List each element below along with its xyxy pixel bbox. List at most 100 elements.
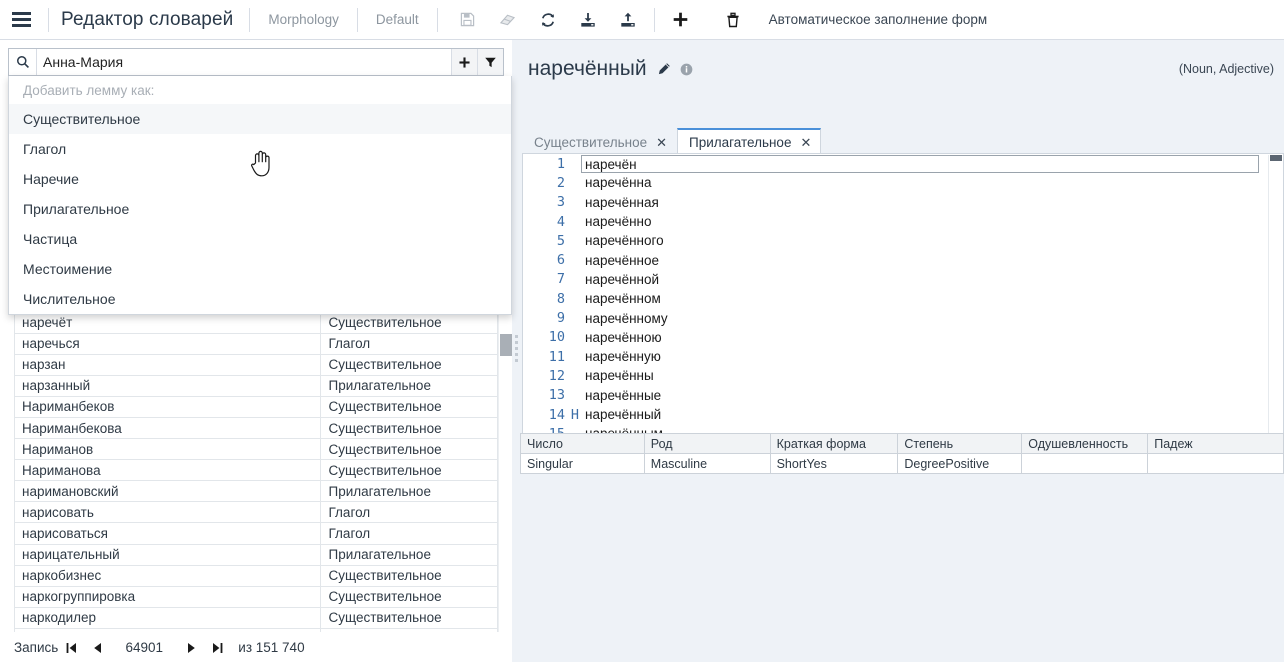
- form-value[interactable]: наречённа: [585, 173, 1269, 192]
- dropdown-item-adjective[interactable]: Прилагательное: [9, 194, 511, 224]
- form-value-cell[interactable]: наречён: [581, 154, 1269, 173]
- add-lemma-button[interactable]: [451, 49, 477, 75]
- column-header-number[interactable]: Число: [520, 433, 645, 454]
- table-row[interactable]: нарисовать Глагол: [14, 501, 498, 524]
- form-value[interactable]: наречённой: [585, 270, 1269, 289]
- last-page-icon[interactable]: [204, 637, 230, 659]
- form-value[interactable]: наречённы: [585, 366, 1269, 385]
- search-input[interactable]: [37, 49, 451, 75]
- form-value[interactable]: наречённую: [585, 347, 1269, 366]
- form-row[interactable]: 3 наречённая: [523, 193, 1269, 212]
- attributes-table: Число Род Краткая форма Степень Одушевле…: [520, 433, 1284, 474]
- attribute-cell-degree[interactable]: DegreePositive: [897, 453, 1023, 474]
- add-icon[interactable]: [661, 0, 701, 40]
- form-value[interactable]: наречённая: [585, 193, 1269, 212]
- table-row[interactable]: наркогруппировка Существительное: [14, 586, 498, 608]
- first-page-icon[interactable]: [58, 637, 84, 659]
- tab-adjective[interactable]: Прилагательное ✕: [677, 128, 822, 154]
- form-value[interactable]: наречённого: [585, 231, 1269, 250]
- breadcrumb-morphology[interactable]: Morphology: [256, 12, 351, 27]
- form-value[interactable]: наречённые: [585, 386, 1269, 405]
- save-icon[interactable]: [448, 0, 488, 40]
- form-row[interactable]: 7 наречённой: [523, 270, 1269, 289]
- table-row[interactable]: Нариманбекова Существительное: [14, 417, 498, 440]
- word-list-scrollbar[interactable]: [498, 312, 512, 662]
- close-icon[interactable]: ✕: [656, 136, 667, 149]
- form-row[interactable]: 6 наречённое: [523, 250, 1269, 269]
- forms-scrollbar[interactable]: [1268, 155, 1282, 436]
- record-number-input[interactable]: 64901: [110, 637, 179, 658]
- column-header-degree[interactable]: Степень: [897, 433, 1023, 454]
- form-row[interactable]: 1 наречён: [523, 154, 1269, 173]
- eraser-icon[interactable]: [488, 0, 528, 40]
- table-row[interactable]: нарзанный Прилагательное: [14, 375, 498, 397]
- form-row[interactable]: 11 наречённую: [523, 347, 1269, 366]
- form-row[interactable]: 2 наречённа: [523, 173, 1269, 192]
- pos-cell: Существительное: [320, 565, 498, 587]
- dropdown-item-noun[interactable]: Существительное: [9, 104, 511, 134]
- table-row[interactable]: наречься Глагол: [14, 333, 498, 355]
- pos-cell: Существительное: [320, 438, 498, 461]
- column-header-animacy[interactable]: Одушевленность: [1021, 433, 1149, 454]
- dropdown-item-adverb[interactable]: Наречие: [9, 164, 511, 194]
- next-page-icon[interactable]: [178, 637, 204, 659]
- dropdown-item-numeral[interactable]: Числительное: [9, 284, 511, 314]
- form-value[interactable]: наречённому: [585, 308, 1269, 327]
- form-value[interactable]: наречённом: [585, 289, 1269, 308]
- scrollbar-thumb[interactable]: [500, 334, 512, 356]
- attribute-cell-short-form[interactable]: ShortYes: [769, 453, 899, 474]
- table-row[interactable]: наречёт Существительное: [14, 312, 498, 334]
- form-row[interactable]: 10 наречённою: [523, 328, 1269, 347]
- form-value[interactable]: наречённо: [585, 212, 1269, 231]
- pos-cell: Прилагательное: [320, 480, 498, 503]
- table-row[interactable]: нарисоваться Глагол: [14, 522, 498, 545]
- scrollbar-thumb[interactable]: [1270, 155, 1282, 161]
- dropdown-item-verb[interactable]: Глагол: [9, 134, 511, 164]
- form-value[interactable]: наречённою: [585, 328, 1269, 347]
- table-row[interactable]: нарзан Существительное: [14, 354, 498, 376]
- table-row[interactable]: Нариманова Существительное: [14, 459, 498, 482]
- table-row[interactable]: наримановский Прилагательное: [14, 480, 498, 503]
- column-header-gender[interactable]: Род: [643, 433, 771, 454]
- word-list[interactable]: наречёт Существительное наречься Глагол на…: [14, 312, 498, 662]
- hamburger-icon[interactable]: [0, 0, 42, 40]
- word-forms-grid[interactable]: 1 наречён 2 наречённа 3 наречённая 4 наречё…: [522, 154, 1284, 437]
- panel-splitter[interactable]: [512, 40, 520, 662]
- pencil-icon[interactable]: [657, 62, 671, 76]
- attributes-row[interactable]: Singular Masculine ShortYes DegreePositi…: [520, 453, 1284, 474]
- form-flag: [565, 366, 585, 385]
- attribute-cell-animacy[interactable]: [1021, 453, 1149, 474]
- table-row[interactable]: нарицательный Прилагательное: [14, 544, 498, 566]
- dropdown-item-pronoun[interactable]: Местоимение: [9, 254, 511, 284]
- form-row[interactable]: 5 наречённого: [523, 231, 1269, 250]
- column-header-case[interactable]: Падеж: [1147, 433, 1284, 454]
- form-row[interactable]: 8 наречённом: [523, 289, 1269, 308]
- attributes-grid[interactable]: Число Род Краткая форма Степень Одушевле…: [520, 433, 1284, 475]
- column-header-short-form[interactable]: Краткая форма: [769, 433, 899, 454]
- attribute-cell-gender[interactable]: Masculine: [643, 453, 771, 474]
- tab-noun[interactable]: Существительное ✕: [522, 129, 677, 154]
- close-icon[interactable]: ✕: [800, 136, 811, 149]
- form-row[interactable]: 13 наречённые: [523, 386, 1269, 405]
- trash-icon[interactable]: [713, 0, 753, 40]
- table-row[interactable]: наркобизнес Существительное: [14, 565, 498, 587]
- filter-button[interactable]: [477, 49, 503, 75]
- form-row[interactable]: 9 наречённому: [523, 308, 1269, 327]
- form-row[interactable]: 12 наречённы: [523, 366, 1269, 385]
- attribute-cell-case[interactable]: [1147, 453, 1284, 474]
- info-icon[interactable]: [680, 63, 693, 76]
- table-row[interactable]: Нариманов Существительное: [14, 438, 498, 461]
- refresh-icon[interactable]: [528, 0, 568, 40]
- attribute-cell-number[interactable]: Singular: [520, 453, 645, 474]
- dropdown-item-particle[interactable]: Частица: [9, 224, 511, 254]
- form-row[interactable]: 4 наречённо: [523, 212, 1269, 231]
- import-icon[interactable]: [568, 0, 608, 40]
- prev-page-icon[interactable]: [84, 637, 110, 659]
- form-row[interactable]: 14 Ннаречённый: [523, 405, 1269, 424]
- form-value[interactable]: наречённый: [585, 405, 1269, 424]
- breadcrumb-default[interactable]: Default: [364, 12, 431, 27]
- table-row[interactable]: наркодилер Существительное: [14, 607, 498, 629]
- form-value[interactable]: наречённое: [585, 250, 1269, 269]
- export-icon[interactable]: [608, 0, 648, 40]
- table-row[interactable]: Нариманбеков Существительное: [14, 396, 498, 418]
